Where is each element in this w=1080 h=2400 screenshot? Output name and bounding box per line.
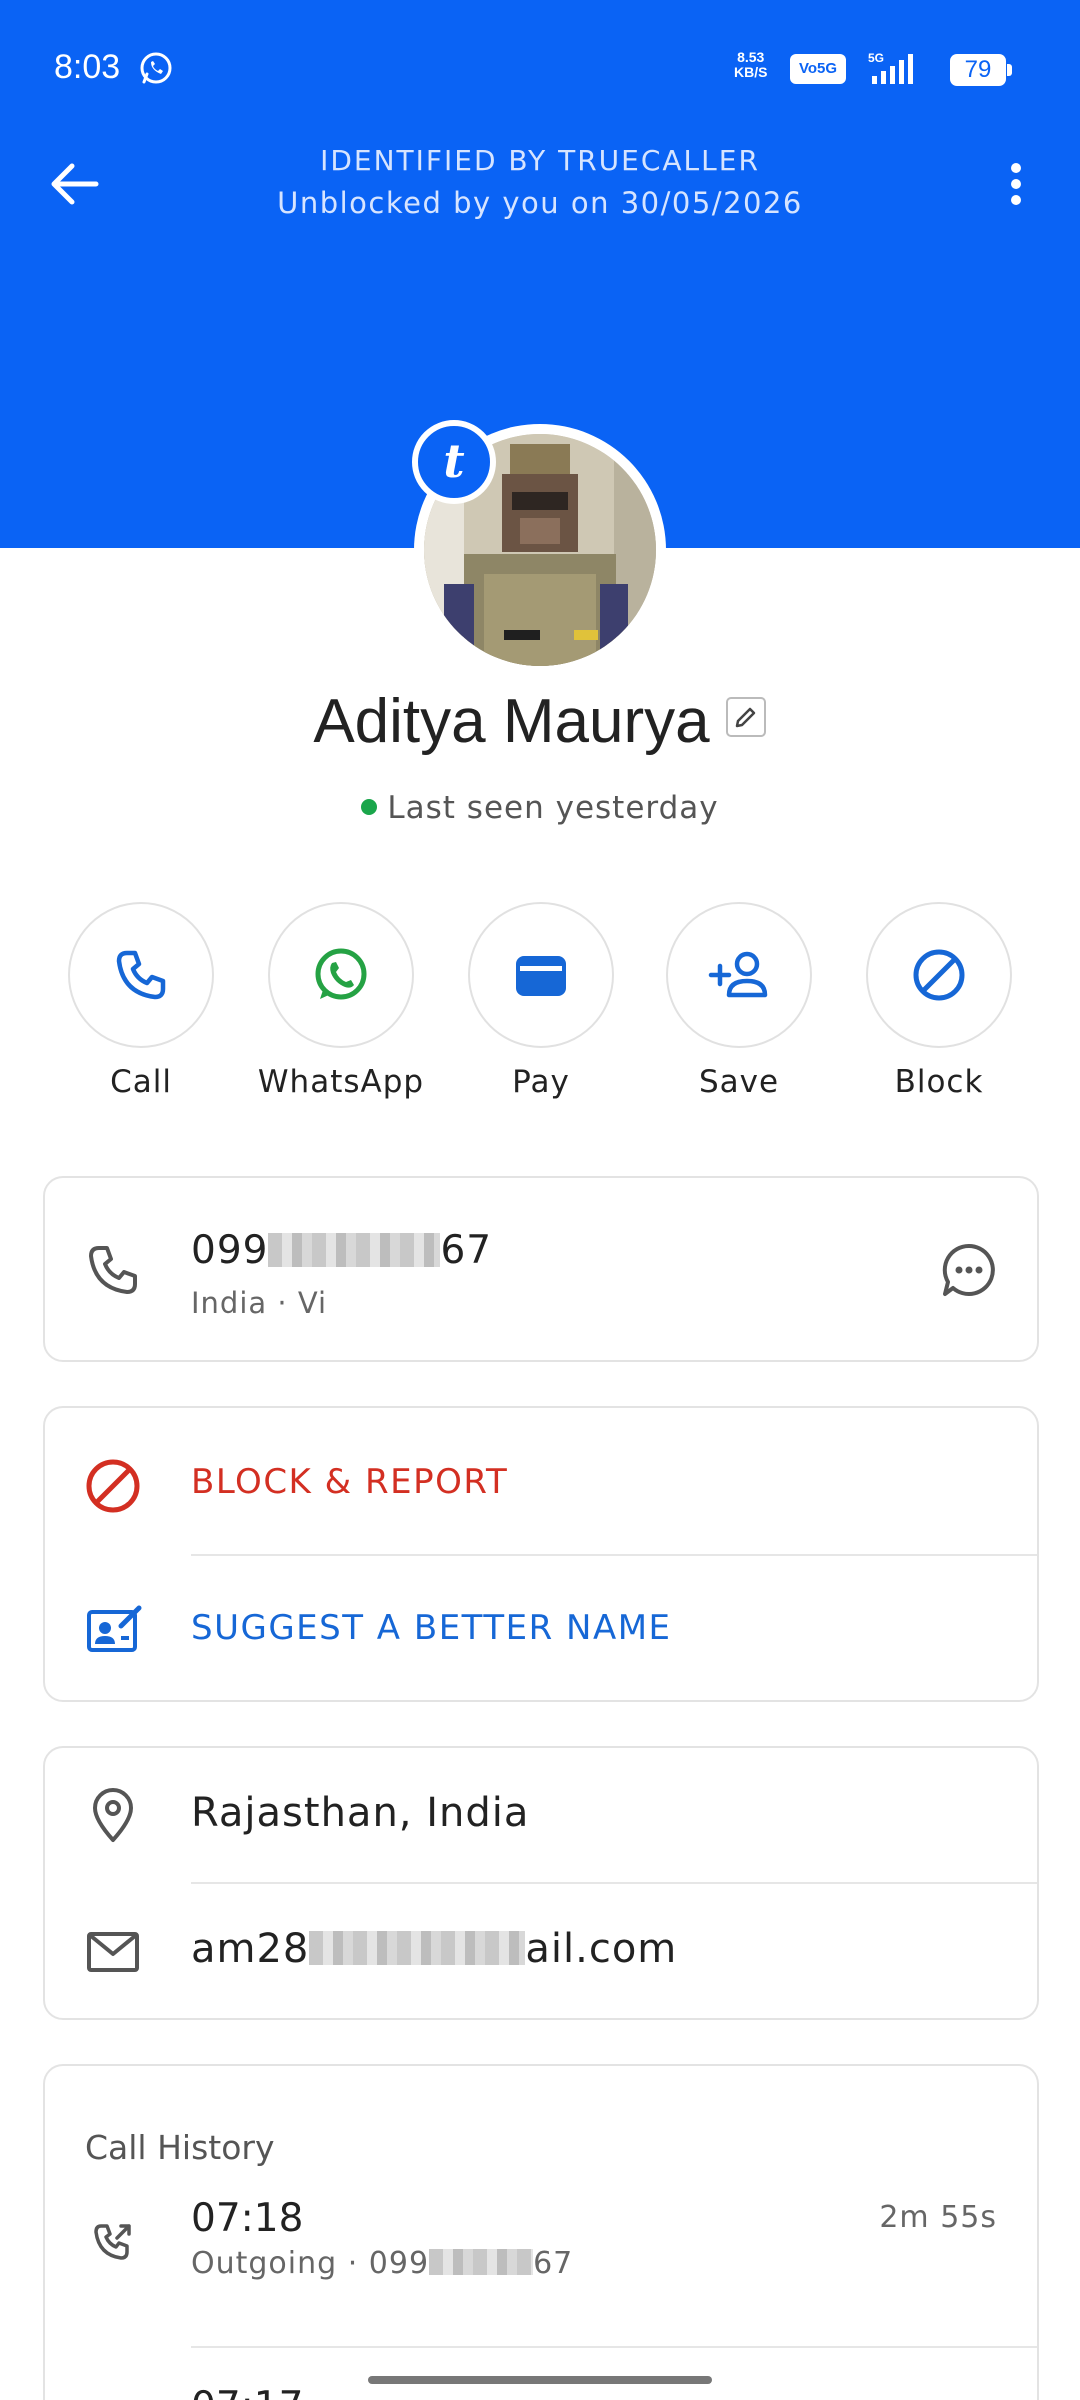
call-history-title: Call History [85, 2128, 275, 2167]
manage-card: BLOCK & REPORT SUGGEST A BETTER NAME [43, 1406, 1039, 1702]
unblocked-status: Unblocked by you on 30/05/2026 [277, 186, 803, 220]
identified-by-label: IDENTIFIED BY TRUECALLER [320, 144, 760, 177]
last-seen-status: Last seen yesterday [0, 790, 1080, 826]
whatsapp-icon [315, 948, 367, 1000]
phone-icon [89, 1246, 137, 1294]
pay-label: Pay [512, 1064, 570, 1100]
location-pin-icon [93, 1788, 133, 1842]
signal-icon: 5G [868, 51, 913, 84]
phone-icon [116, 950, 166, 1000]
block-icon [913, 949, 965, 1001]
block-report-row[interactable]: BLOCK & REPORT [45, 1408, 1037, 1554]
location-text: Rajasthan, India [191, 1790, 530, 1836]
save-button[interactable]: Save [649, 902, 829, 1100]
whatsapp-label: WhatsApp [257, 1064, 425, 1100]
wallet-icon [516, 956, 566, 996]
email-icon [87, 1932, 139, 1972]
call-type: Outgoing · 099 67 [191, 2246, 574, 2281]
action-buttons: Call WhatsApp Pay Save Block [0, 902, 1080, 1102]
more-options-icon[interactable] [986, 150, 1046, 218]
redacted-email [309, 1931, 526, 1965]
phone-number[interactable]: 099 67 [191, 1228, 492, 1273]
gesture-nav-bar[interactable] [368, 2376, 712, 2384]
carrier-info: India · Vi [191, 1286, 328, 1320]
email-row[interactable]: am28 ail.com [45, 1884, 1037, 2020]
block-button[interactable]: Block [849, 902, 1029, 1100]
volte-badge: Vo5G [790, 54, 846, 84]
battery-level: 79 [964, 56, 992, 83]
call-history-card: Call History 07:18 Outgoing · 099 67 2m 5… [43, 2064, 1039, 2400]
phone-number-card[interactable]: 099 67 India · Vi [43, 1176, 1039, 1362]
whatsapp-notification-icon [140, 52, 172, 84]
online-dot-icon [361, 798, 378, 815]
call-time: 07:18 [191, 2196, 304, 2241]
outgoing-call-icon [94, 2224, 131, 2260]
whatsapp-button[interactable]: WhatsApp [251, 902, 431, 1100]
block-report-label: BLOCK & REPORT [191, 1462, 509, 1502]
network-speed: 8.53 KB/S [734, 49, 768, 80]
svg-text:5G: 5G [868, 51, 884, 65]
save-label: Save [698, 1064, 780, 1100]
call-duration: 2m 55s [879, 2200, 997, 2235]
contact-name: Aditya Maurya [313, 687, 710, 756]
status-bar: 8:03 8.53 KB/S Vo5G 5G 79 [0, 0, 1080, 140]
block-label: Block [894, 1064, 984, 1100]
location-row[interactable]: Rajasthan, India [45, 1748, 1037, 1882]
block-icon [86, 1459, 140, 1513]
edit-contact-card-icon [87, 1605, 142, 1652]
status-time: 8:03 [54, 48, 121, 86]
suggest-name-row[interactable]: SUGGEST A BETTER NAME [45, 1556, 1037, 1702]
message-icon[interactable] [939, 1240, 999, 1300]
battery-icon: 79 [950, 54, 1012, 86]
call-history-item[interactable]: 07:18 Outgoing · 099 67 2m 55s [45, 2196, 1037, 2346]
email-text[interactable]: am28 ail.com [191, 1926, 677, 1972]
pay-button[interactable]: Pay [451, 902, 631, 1100]
divider [191, 2346, 1037, 2348]
info-card: Rajasthan, India am28 ail.com [43, 1746, 1039, 2020]
truecaller-badge-icon: t [412, 420, 496, 504]
redacted-digits [429, 2248, 534, 2275]
edit-name-icon[interactable] [725, 696, 767, 738]
suggest-name-label: SUGGEST A BETTER NAME [191, 1608, 672, 1648]
add-person-icon [708, 951, 768, 998]
redacted-digits [268, 1232, 441, 1267]
call-label: Call [110, 1064, 172, 1100]
name-row: Aditya Maurya [0, 686, 1080, 757]
call-time[interactable]: 07:17 [191, 2384, 303, 2400]
call-button[interactable]: Call [51, 902, 231, 1100]
